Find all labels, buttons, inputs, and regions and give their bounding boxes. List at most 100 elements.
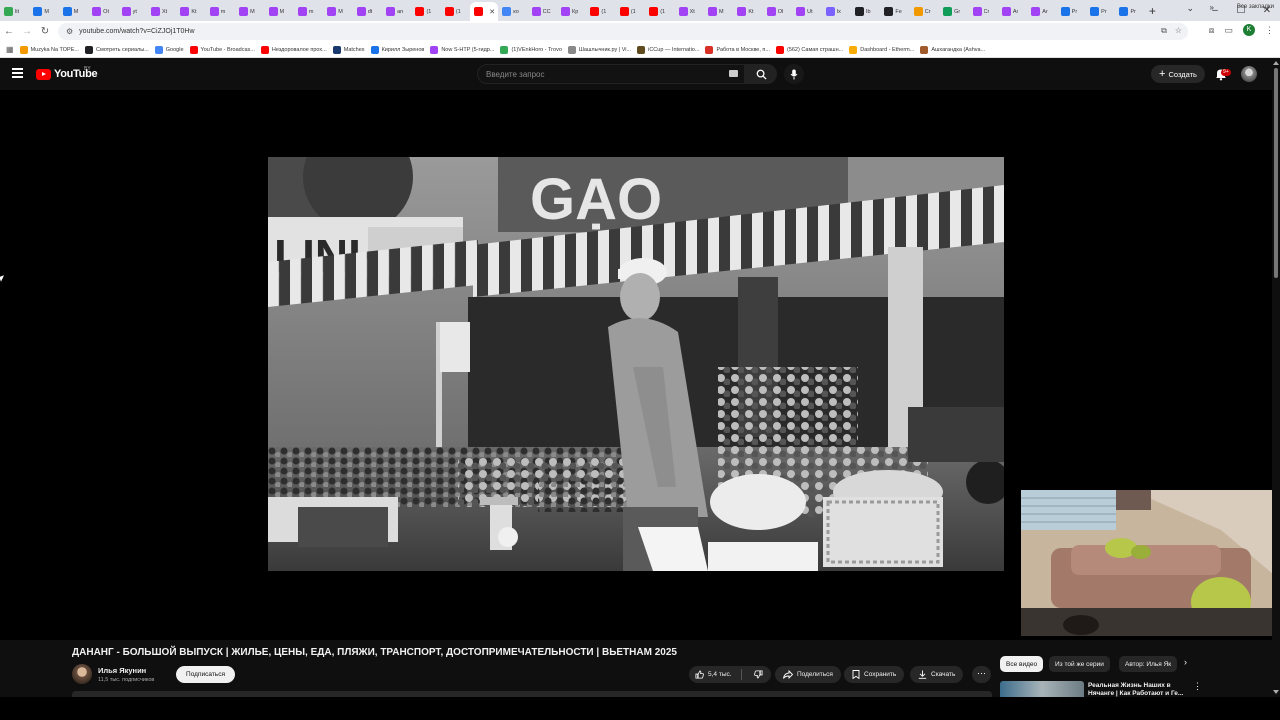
forward-icon[interactable]: → (18, 26, 36, 37)
bookmark-item[interactable]: Шашлычник.ру | Vi... (567, 45, 631, 54)
create-button[interactable]: + Создать (1151, 65, 1205, 83)
search-button[interactable] (745, 64, 777, 84)
browser-tab[interactable]: M (265, 2, 294, 21)
browser-tab[interactable]: M (59, 2, 88, 21)
browser-tab[interactable]: Ix (822, 2, 851, 21)
download-button[interactable]: Скачать (910, 666, 964, 683)
browser-tab[interactable]: Kt (733, 2, 762, 21)
minimize-icon[interactable]: – (1202, 5, 1228, 16)
browser-tab[interactable]: ко (498, 2, 527, 21)
channel-avatar[interactable] (72, 664, 92, 684)
bookmark-item[interactable]: Работа в Москве, п... (705, 45, 770, 54)
browser-tab[interactable]: dt (353, 2, 382, 21)
recommendation-thumbnail[interactable] (1000, 681, 1084, 697)
browser-tab[interactable]: Кр (557, 2, 586, 21)
browser-tab[interactable]: Kt (176, 2, 205, 21)
recommendation-menu-icon[interactable]: ⋮ (1193, 681, 1202, 692)
browser-tab[interactable]: Pr (1115, 2, 1144, 21)
bookmark-item[interactable]: YouTube - Broadcas... (189, 45, 255, 54)
browser-tab[interactable]: Cr (969, 2, 998, 21)
chips-next-icon[interactable]: › (1184, 657, 1187, 667)
url-text[interactable]: youtube.com/watch?v=CiZJOj1T0Hw (79, 28, 194, 35)
browser-tab[interactable]: (1 (586, 2, 615, 21)
sidebar-icon[interactable]: ▭ (1224, 25, 1233, 36)
install-app-icon[interactable]: ⧉ (1161, 26, 1167, 36)
scroll-down-icon[interactable] (1273, 690, 1279, 694)
apps-grid-icon[interactable]: ▦ (6, 45, 14, 54)
browser-tab[interactable]: Cr (910, 2, 939, 21)
site-info-icon[interactable]: ⚙ (66, 27, 73, 36)
like-button[interactable]: 5,4 тыс. (689, 670, 737, 679)
bookmark-item[interactable]: Muzyka Na TOPE... (19, 45, 79, 54)
save-button[interactable]: Сохранить (844, 666, 905, 683)
chip-author[interactable]: Автор: Илья Як (1119, 656, 1177, 672)
keyboard-icon[interactable] (729, 70, 738, 77)
video-frame[interactable]: LINH GẠO (268, 157, 1004, 571)
bookmark-item[interactable]: Google (154, 45, 184, 54)
browser-tab[interactable]: an (382, 2, 411, 21)
browser-tab[interactable]: Gr (939, 2, 968, 21)
subscribe-button[interactable]: Подписаться (176, 666, 235, 683)
voice-search-button[interactable] (784, 64, 804, 84)
search-input[interactable]: Введите запрос (477, 64, 745, 84)
extensions-icon[interactable]: ⧈ (1209, 25, 1215, 36)
browser-tab[interactable]: Ot (88, 2, 117, 21)
bookmark-item[interactable]: Ашхагандка (Ashva... (920, 45, 985, 54)
bookmark-item[interactable]: (1)VEnkHoro - Trovo (500, 45, 562, 54)
browser-tab[interactable]: m (294, 2, 323, 21)
profile-avatar[interactable]: K (1243, 24, 1255, 36)
bookmark-item[interactable]: Matches (332, 45, 365, 54)
bookmarks-overflow-icon[interactable]: » (1210, 3, 1214, 12)
browser-tab[interactable]: Xt (675, 2, 704, 21)
back-icon[interactable]: ← (0, 26, 18, 37)
browser-tab[interactable]: Ar (998, 2, 1027, 21)
new-tab-button[interactable]: + (1149, 4, 1156, 18)
browser-tab[interactable]: lit (0, 2, 29, 21)
browser-tab[interactable]: Fe (880, 2, 909, 21)
more-actions-icon[interactable]: ⋯ (972, 666, 991, 683)
browser-tab[interactable]: Xt (147, 2, 176, 21)
menu-icon[interactable] (12, 68, 23, 78)
bookmark-item[interactable]: Смотреть сериалы... (84, 45, 149, 54)
browser-tab[interactable]: ✕ (470, 2, 499, 21)
browser-tab[interactable]: Ar (1027, 2, 1056, 21)
tab-close-icon[interactable]: ✕ (489, 8, 495, 16)
browser-menu-icon[interactable]: ⋮ (1265, 25, 1274, 36)
browser-tab[interactable]: (1 (616, 2, 645, 21)
all-bookmarks-link[interactable]: Все закладки (1237, 4, 1274, 10)
browser-tab[interactable]: Ib (851, 2, 880, 21)
bookmark-item[interactable]: (562) Самая страшн... (775, 45, 843, 54)
reload-icon[interactable]: ↻ (36, 26, 54, 37)
browser-tab[interactable]: M (704, 2, 733, 21)
scroll-up-icon[interactable] (1273, 61, 1279, 65)
browser-tab[interactable]: M (29, 2, 58, 21)
chip-all-videos[interactable]: Все видео (1000, 656, 1044, 672)
browser-tab[interactable]: M (323, 2, 352, 21)
browser-tab[interactable]: (1 (441, 2, 470, 21)
browser-tab[interactable]: M (235, 2, 264, 21)
recommendation-title[interactable]: Реальная Жизнь Наших в Нячанге | Как Раб… (1088, 682, 1186, 697)
browser-tab[interactable]: m (206, 2, 235, 21)
bookmark-item[interactable]: Нездоровалое прох... (260, 45, 327, 54)
browser-tab[interactable]: yt (118, 2, 147, 21)
account-avatar[interactable] (1241, 66, 1257, 82)
browser-tab[interactable]: СС (528, 2, 557, 21)
chip-same-series[interactable]: Из той же серии (1049, 656, 1110, 672)
scrollbar-thumb[interactable] (1274, 68, 1278, 278)
browser-tab[interactable]: (1 (645, 2, 674, 21)
tab-search-icon[interactable]: ⌄ (1186, 3, 1194, 14)
address-bar[interactable]: ⚙ youtube.com/watch?v=CiZJOj1T0Hw ⧉ ☆ (58, 23, 1188, 40)
browser-tab[interactable]: Pr (1057, 2, 1086, 21)
bookmark-item[interactable]: Кирилл Зыренов (370, 45, 424, 54)
bookmark-item[interactable]: Dashboard - Etherm... (849, 45, 914, 54)
dislike-button[interactable] (746, 670, 771, 679)
bookmark-star-icon[interactable]: ☆ (1175, 26, 1182, 36)
channel-name[interactable]: Илья Якунин (98, 666, 146, 675)
bookmark-item[interactable]: Now S-HTP (5-гидр... (430, 45, 494, 54)
browser-tab[interactable]: Ut (792, 2, 821, 21)
bookmark-item[interactable]: iCCup — Internatio... (637, 45, 699, 54)
browser-tab[interactable]: Pr (1086, 2, 1115, 21)
browser-tab[interactable]: (1 (411, 2, 440, 21)
browser-tab[interactable]: Ol (763, 2, 792, 21)
page-scrollbar[interactable] (1272, 58, 1280, 697)
